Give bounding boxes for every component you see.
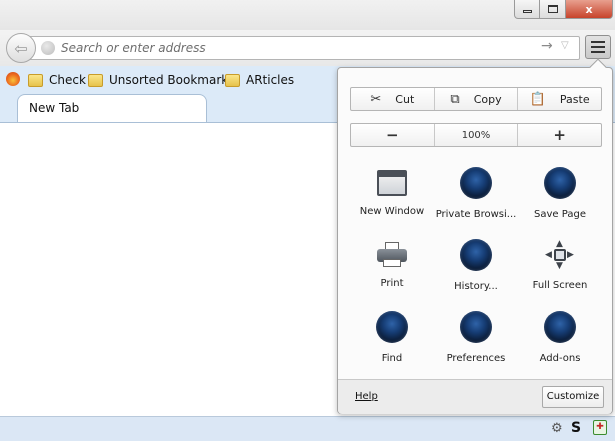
history-dropdown-icon[interactable]: ▽ <box>561 40 569 51</box>
new-window-label: New Window <box>359 206 425 217</box>
menu-panel: ✂ Cut ⧉ Copy 📋 Paste − 100% + New Window… <box>337 58 613 414</box>
cut-label: Cut <box>395 92 415 106</box>
customize-button[interactable]: Customize <box>542 386 604 408</box>
navigation-toolbar: → ▽ ⇦ <box>0 30 615 66</box>
folder-icon <box>88 73 103 87</box>
globe-icon <box>41 41 55 55</box>
tab-label: New Tab <box>29 101 80 115</box>
bookmark-folder-check[interactable]: Check <box>28 71 86 89</box>
find-label: Find <box>381 353 403 364</box>
bookmark-folder-articles[interactable]: ARticles <box>225 71 294 89</box>
bookmarks-menu-icon[interactable] <box>6 72 20 86</box>
private-browsing-icon <box>460 167 492 199</box>
fullscreen-label: Full Screen <box>532 280 588 291</box>
edit-controls: ✂ Cut ⧉ Copy 📋 Paste <box>350 87 602 111</box>
back-button[interactable]: ⇦ <box>6 33 36 63</box>
history-icon <box>460 239 492 271</box>
maximize-button[interactable] <box>540 0 566 19</box>
addon-green-icon[interactable]: ✚ <box>593 420 607 435</box>
print-button[interactable]: Print <box>350 239 434 299</box>
addons-button[interactable]: Add-ons <box>518 311 602 371</box>
minimize-button[interactable] <box>514 0 540 19</box>
copy-label: Copy <box>473 92 502 106</box>
clipboard-icon: 📋 <box>529 91 546 107</box>
cut-button[interactable]: ✂ Cut <box>351 88 434 110</box>
titlebar: x <box>0 0 615 30</box>
addon-puzzle-icon[interactable]: ⚙ <box>551 421 565 436</box>
bookmark-label: Unsorted Bookmarks <box>109 73 235 87</box>
close-button[interactable]: x <box>566 0 613 19</box>
fullscreen-icon: ▲ ▼ ◀ ▶ <box>545 239 574 271</box>
folder-icon <box>28 73 43 87</box>
zoom-in-button[interactable]: + <box>517 124 601 146</box>
open-menu-button[interactable] <box>585 35 611 59</box>
close-icon: x <box>585 2 593 16</box>
history-label: History... <box>454 281 498 292</box>
history-button[interactable]: History... <box>434 239 518 299</box>
preferences-button[interactable]: Preferences <box>434 311 518 371</box>
tab-new-tab[interactable]: New Tab <box>17 94 207 123</box>
save-page-button[interactable]: Save Page <box>518 167 602 227</box>
address-input[interactable] <box>61 39 531 57</box>
print-label: Print <box>380 278 404 289</box>
help-link[interactable]: Help <box>355 391 378 402</box>
url-bar[interactable]: → ▽ <box>28 36 580 60</box>
find-icon <box>376 311 408 343</box>
scissors-icon: ✂ <box>370 91 382 107</box>
addons-label: Add-ons <box>539 353 581 364</box>
back-arrow-icon: ⇦ <box>14 38 28 58</box>
zoom-controls: − 100% + <box>350 123 602 147</box>
preferences-icon <box>460 311 492 343</box>
minimize-icon <box>522 10 532 13</box>
preferences-label: Preferences <box>446 353 506 364</box>
window-controls: x <box>514 0 615 21</box>
save-page-label: Save Page <box>534 209 586 220</box>
zoom-reset-button[interactable]: 100% <box>433 124 518 146</box>
status-bar: ⚙ S ✚ <box>0 416 615 441</box>
private-browsing-button[interactable]: Private Browsi... <box>434 167 518 227</box>
zoom-out-button[interactable]: − <box>351 124 434 146</box>
go-arrow-icon[interactable]: → <box>541 38 553 54</box>
addon-s-icon[interactable]: S <box>571 420 585 436</box>
bookmark-label: ARticles <box>246 73 295 87</box>
new-window-button[interactable]: New Window <box>350 167 434 227</box>
bookmark-folder-unsorted[interactable]: Unsorted Bookmarks <box>88 71 234 89</box>
new-window-icon <box>377 170 407 196</box>
folder-icon <box>225 73 240 87</box>
panel-footer: Help Customize <box>338 379 612 414</box>
addons-icon <box>544 311 576 343</box>
copy-button[interactable]: ⧉ Copy <box>433 88 518 110</box>
print-icon <box>377 242 407 268</box>
paste-label: Paste <box>559 92 590 106</box>
private-browsing-label: Private Browsi... <box>435 209 517 220</box>
paste-button[interactable]: 📋 Paste <box>517 88 601 110</box>
find-button[interactable]: Find <box>350 311 434 371</box>
save-page-icon <box>544 167 576 199</box>
hamburger-icon <box>591 41 605 43</box>
maximize-icon <box>547 5 558 13</box>
bookmark-label: Check <box>49 73 86 87</box>
copy-icon: ⧉ <box>450 91 460 107</box>
fullscreen-button[interactable]: ▲ ▼ ◀ ▶ Full Screen <box>518 239 602 299</box>
